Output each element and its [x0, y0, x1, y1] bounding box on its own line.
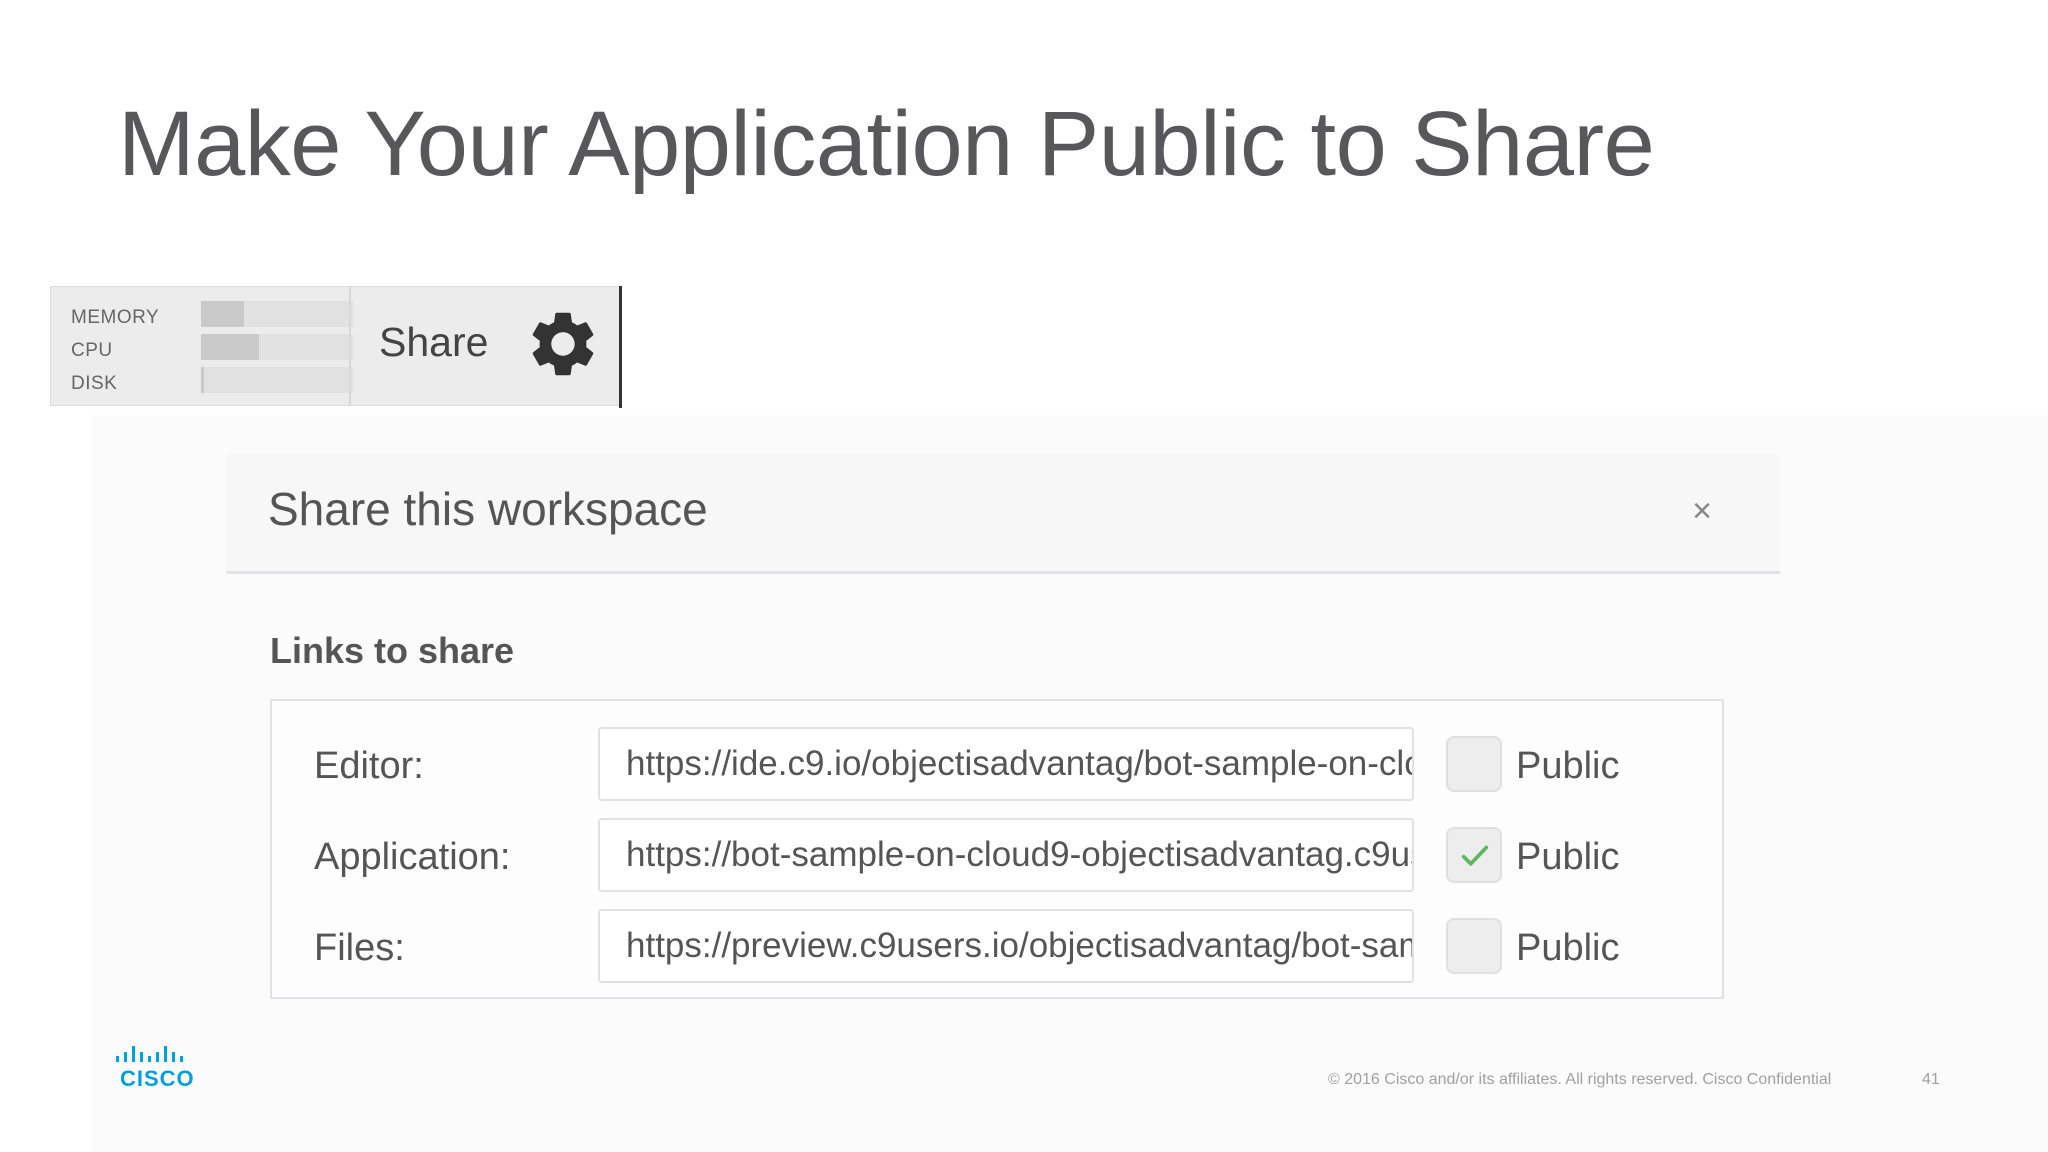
files-public-checkbox[interactable] [1446, 918, 1502, 974]
resource-meters: MEMORY CPU DISK [51, 287, 353, 405]
disk-label: DISK [71, 373, 118, 394]
cpu-fill [201, 334, 259, 360]
memory-fill [201, 301, 244, 327]
editor-public-checkbox[interactable] [1446, 736, 1502, 792]
disk-meter: DISK [71, 365, 353, 395]
footer-copyright: © 2016 Cisco and/or its affiliates. All … [1328, 1071, 1832, 1088]
disk-fill [201, 367, 205, 393]
application-public-checkbox[interactable] [1446, 827, 1502, 883]
cpu-meter: CPU [71, 332, 353, 362]
memory-track [201, 301, 353, 327]
links-heading: Links to share [270, 630, 515, 671]
cisco-wordmark: CISCO [120, 1066, 195, 1091]
cpu-label: CPU [71, 340, 113, 361]
page-number: 41 [1922, 1071, 1940, 1088]
slide-title: Make Your Application Public to Share [118, 93, 1655, 195]
cpu-track [201, 334, 353, 360]
editor-url-field[interactable] [598, 727, 1414, 801]
close-icon[interactable]: × [1692, 494, 1712, 528]
files-url-field[interactable] [598, 909, 1414, 983]
link-row-files: Files: Public [272, 909, 1722, 989]
application-url-field[interactable] [598, 818, 1414, 892]
memory-label: MEMORY [71, 307, 160, 328]
check-icon [1461, 845, 1489, 866]
dialog-title: Share this workspace [268, 483, 708, 535]
files-label: Files: [314, 927, 405, 969]
gear-icon[interactable] [524, 305, 602, 383]
memory-meter: MEMORY [71, 299, 353, 329]
editor-public-label: Public [1516, 745, 1620, 787]
link-row-editor: Editor: Public [272, 727, 1722, 807]
links-box: Editor: Public Application: Public Files… [270, 699, 1724, 999]
share-button[interactable]: Share [379, 319, 488, 366]
dialog-header: Share this workspace × [226, 454, 1780, 574]
application-public-label: Public [1516, 836, 1620, 878]
share-dialog: Share this workspace × Links to share Ed… [226, 454, 1780, 1004]
editor-label: Editor: [314, 745, 424, 787]
disk-track [201, 367, 353, 393]
link-row-application: Application: Public [272, 818, 1722, 898]
toolbar-edge [619, 286, 622, 408]
application-label: Application: [314, 836, 511, 878]
files-public-label: Public [1516, 927, 1620, 969]
toolbar-divider [349, 287, 351, 405]
